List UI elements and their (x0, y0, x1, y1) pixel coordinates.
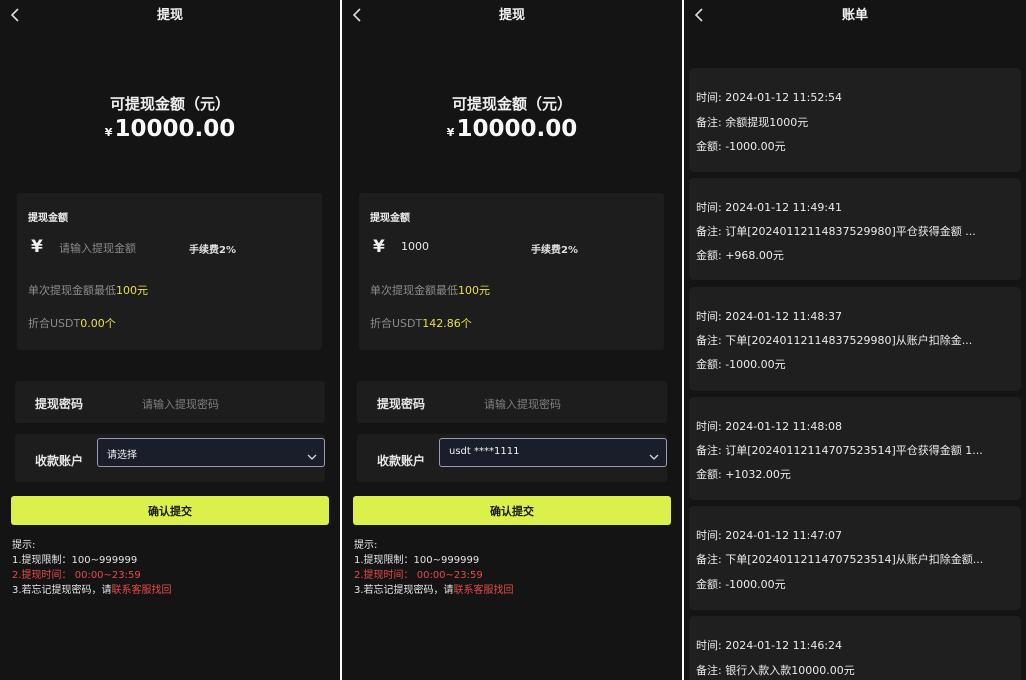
usdt-conversion: 折合USDT142.86个 (370, 315, 472, 331)
record-time: 时间: 2024-01-12 11:46:24 (696, 639, 843, 652)
page-title: 提现 (156, 8, 183, 23)
bill-record[interactable]: 时间: 2024-01-12 11:48:37 备注: 下单[202401121… (689, 287, 1021, 391)
account-row: 收款账户 usdt ****1111 (357, 434, 667, 482)
bill-record[interactable]: 时间: 2024-01-12 11:49:41 备注: 订单[202401121… (689, 178, 1021, 280)
usdt-prefix: 折合USDT (28, 317, 81, 330)
account-selected-value: usdt ****1111 (449, 446, 520, 457)
tip-forgot-prefix: 3.若忘记提现密码，请 (354, 585, 454, 596)
fee-label: 手续费2% (531, 245, 578, 256)
page-title: 账单 (841, 8, 868, 23)
record-amount: 金额: -1000.00元 (696, 358, 786, 371)
password-label: 提现密码 (35, 397, 84, 411)
yen-symbol: ¥ (31, 237, 43, 257)
record-time: 时间: 2024-01-12 11:48:37 (696, 310, 843, 323)
page-title: 提现 (498, 8, 525, 23)
account-row: 收款账户 请选择 (15, 434, 325, 482)
submit-button[interactable]: 确认提交 (353, 496, 671, 525)
record-note: 备注: 银行入款入款10000.00元 (696, 664, 855, 677)
password-input[interactable]: 请输入提现密码 (142, 396, 219, 412)
currency-symbol: ¥ (446, 126, 455, 139)
min-value: 100元 (116, 284, 148, 297)
contact-support-link[interactable]: 联系客服找回 (112, 585, 172, 596)
password-label: 提现密码 (377, 397, 426, 411)
usdt-value: 142.86个 (422, 317, 472, 330)
tips-heading: 提示: (12, 540, 36, 551)
record-amount: 金额: -1000.00元 (696, 140, 786, 153)
bill-record[interactable]: 时间: 2024-01-12 11:52:54 备注: 余额提现1000元 金额… (689, 68, 1021, 172)
record-amount: 金额: +1032.00元 (696, 468, 791, 481)
password-row: 提现密码 请输入提现密码 (357, 381, 667, 423)
min-prefix: 单次提现金额最低 (28, 284, 116, 297)
available-amount-value: 10000.00 (456, 116, 578, 142)
tip-forgot-password: 3.若忘记提现密码，请联系客服找回 (354, 583, 514, 598)
submit-button[interactable]: 确认提交 (11, 496, 329, 525)
tip-limit: 1.提现限制：100~999999 (12, 555, 138, 566)
chevron-down-icon (307, 447, 317, 460)
tips-block: 提示: 1.提现限制：100~999999 2.提现时间： 00:00~23:5… (12, 538, 172, 598)
usdt-conversion: 折合USDT0.00个 (28, 315, 116, 331)
available-amount: ¥10000.00 (0, 116, 340, 142)
card-title: 提现金额 (28, 213, 68, 224)
record-time: 时间: 2024-01-12 11:49:41 (696, 201, 843, 214)
bill-screen: 账单 时间: 2024-01-12 11:52:54 备注: 余额提现1000元… (684, 0, 1026, 680)
record-amount: 金额: +968.00元 (696, 249, 784, 262)
currency-symbol: ¥ (104, 126, 113, 139)
tip-forgot-prefix: 3.若忘记提现密码，请 (12, 585, 112, 596)
tip-time: 2.提现时间： 00:00~23:59 (12, 570, 141, 581)
chevron-down-icon (649, 447, 659, 460)
amount-input[interactable]: 请输入提现金额 (59, 240, 136, 256)
available-amount-value: 10000.00 (114, 116, 236, 142)
tips-heading: 提示: (354, 540, 378, 551)
account-select[interactable]: 请选择 (97, 438, 325, 467)
record-note: 备注: 订单[20240112114837529980]平仓获得金额 ... (696, 225, 976, 238)
password-row: 提现密码 请输入提现密码 (15, 381, 325, 423)
tips-block: 提示: 1.提现限制：100~999999 2.提现时间： 00:00~23:5… (354, 538, 514, 598)
min-amount-note: 单次提现金额最低100元 (370, 282, 490, 298)
record-time: 时间: 2024-01-12 11:47:07 (696, 529, 843, 542)
record-note: 备注: 订单[20240112114707523514]平仓获得金额 1... (696, 444, 983, 457)
min-amount-note: 单次提现金额最低100元 (28, 282, 148, 298)
withdraw-screen-filled: 提现 可提现金额（元） ¥10000.00 提现金额 ¥ 1000 手续费2% … (342, 0, 682, 680)
bill-record[interactable]: 时间: 2024-01-12 11:48:08 备注: 订单[202401121… (689, 397, 1021, 500)
available-amount: ¥10000.00 (342, 116, 682, 142)
min-value: 100元 (458, 284, 490, 297)
account-label: 收款账户 (377, 454, 426, 468)
withdraw-amount-card: 提现金额 ¥ 请输入提现金额 手续费2% 单次提现金额最低100元 折合USDT… (17, 193, 322, 350)
password-input[interactable]: 请输入提现密码 (484, 396, 561, 412)
min-prefix: 单次提现金额最低 (370, 284, 458, 297)
account-select[interactable]: usdt ****1111 (439, 438, 667, 467)
amount-input[interactable]: 1000 (401, 240, 429, 253)
account-selected-value: 请选择 (107, 450, 137, 461)
record-note: 备注: 下单[20240112114837529980]从账户扣除金... (696, 334, 973, 347)
withdraw-amount-card: 提现金额 ¥ 1000 手续费2% 单次提现金额最低100元 折合USDT142… (359, 193, 664, 350)
record-note: 备注: 下单[20240112114707523514]从账户扣除金额... (696, 553, 984, 566)
withdraw-screen-empty: 提现 可提现金额（元） ¥10000.00 提现金额 ¥ 请输入提现金额 手续费… (0, 0, 340, 680)
bill-record[interactable]: 时间: 2024-01-12 11:46:24 备注: 银行入款入款10000.… (689, 616, 1021, 680)
tip-time: 2.提现时间： 00:00~23:59 (354, 570, 483, 581)
yen-symbol: ¥ (373, 237, 385, 257)
available-label: 可提现金额（元） (109, 95, 230, 113)
usdt-value: 0.00个 (80, 317, 116, 330)
record-amount: 金额: -1000.00元 (696, 578, 786, 591)
record-note: 备注: 余额提现1000元 (696, 116, 809, 129)
tip-forgot-password: 3.若忘记提现密码，请联系客服找回 (12, 583, 172, 598)
record-time: 时间: 2024-01-12 11:52:54 (696, 91, 843, 104)
account-label: 收款账户 (35, 454, 84, 468)
fee-label: 手续费2% (189, 245, 236, 256)
usdt-prefix: 折合USDT (370, 317, 423, 330)
available-label: 可提现金额（元） (451, 95, 572, 113)
tip-limit: 1.提现限制：100~999999 (354, 555, 480, 566)
record-time: 时间: 2024-01-12 11:48:08 (696, 420, 843, 433)
contact-support-link[interactable]: 联系客服找回 (454, 585, 514, 596)
bill-record[interactable]: 时间: 2024-01-12 11:47:07 备注: 下单[202401121… (689, 506, 1021, 610)
card-title: 提现金额 (370, 213, 410, 224)
